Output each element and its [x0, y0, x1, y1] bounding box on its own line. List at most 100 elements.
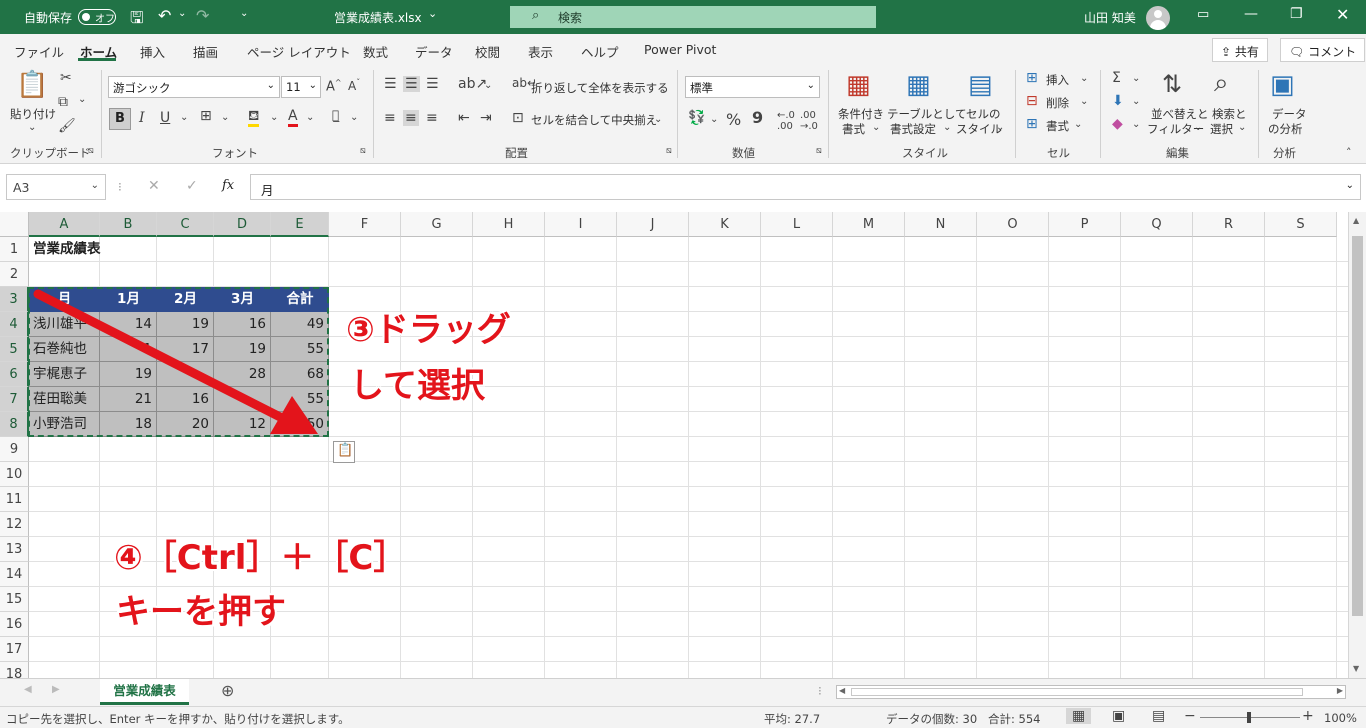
font-launcher-icon[interactable]: ⧅ [360, 146, 366, 156]
column-header-n[interactable]: N [905, 212, 977, 237]
row-header-13[interactable]: 13 [0, 537, 29, 562]
insert-cells-button[interactable]: 挿入 [1046, 72, 1069, 88]
chevron-down-icon[interactable]: ⌄ [1132, 73, 1140, 84]
column-header-l[interactable]: L [761, 212, 833, 237]
underline-dropdown-icon[interactable]: ⌄ [180, 112, 188, 123]
sort-filter-icon[interactable]: ⇅ [1162, 70, 1182, 98]
qat-customize-icon[interactable]: ⌄ [240, 8, 248, 19]
next-sheet-icon[interactable]: ▶ [52, 684, 60, 695]
cell-d7[interactable] [214, 387, 271, 412]
row-header-1[interactable]: 1 [0, 237, 29, 262]
collapse-ribbon-icon[interactable]: ˄ [1346, 146, 1352, 159]
find-select-label-2[interactable]: 選択 [1210, 121, 1233, 137]
cell-a5[interactable]: 石巻純也 [29, 337, 100, 362]
select-all-button[interactable] [0, 212, 29, 237]
cell-b8[interactable]: 18 [100, 412, 157, 437]
analyze-data-icon[interactable]: ▣ [1270, 70, 1295, 100]
column-header-c[interactable]: C [157, 212, 214, 237]
chevron-down-icon[interactable]: ⌄ [996, 122, 1004, 133]
analyze-data-label-2[interactable]: の分析 [1268, 121, 1303, 137]
cell-a8[interactable]: 小野浩司 [29, 412, 100, 437]
alignment-launcher-icon[interactable]: ⧅ [666, 146, 672, 156]
column-header-s[interactable]: S [1265, 212, 1337, 237]
cell-d8[interactable]: 12 [214, 412, 271, 437]
row-header-16[interactable]: 16 [0, 612, 29, 637]
column-header-f[interactable]: F [329, 212, 401, 237]
cell-styles-icon[interactable]: ▤ [968, 70, 993, 100]
page-layout-view-icon[interactable]: ▣ [1112, 708, 1125, 724]
cell-e7[interactable]: 55 [271, 387, 329, 412]
autosum-icon[interactable]: Σ [1112, 70, 1121, 86]
fill-icon[interactable]: ⬇ [1112, 93, 1124, 109]
currency-dropdown-icon[interactable]: ⌄ [710, 114, 718, 125]
column-header-p[interactable]: P [1049, 212, 1121, 237]
tab-help[interactable]: ヘルプ [581, 42, 619, 61]
border-icon[interactable]: ⊞ [200, 108, 212, 124]
number-launcher-icon[interactable]: ⧅ [816, 146, 822, 156]
comments-button[interactable]: 🗨 コメント [1280, 38, 1366, 62]
chevron-down-icon[interactable]: ⌄ [1074, 119, 1082, 130]
cell-a3[interactable]: 月 [29, 287, 100, 312]
zoom-level[interactable]: 100% [1324, 711, 1357, 725]
cell-b3[interactable]: 1月 [100, 287, 157, 312]
tab-power-pivot[interactable]: Power Pivot [644, 42, 716, 57]
increase-decimal-icon[interactable]: ←.0.00 [777, 110, 795, 132]
tab-draw[interactable]: 描画 [193, 42, 218, 61]
chevron-down-icon[interactable]: ⌄ [1080, 73, 1088, 84]
sort-filter-label-1[interactable]: 並べ替えと [1151, 106, 1209, 122]
horizontal-scroll-thumb[interactable] [851, 688, 1303, 696]
cell-c4[interactable]: 19 [157, 312, 214, 337]
cell-d5[interactable]: 19 [214, 337, 271, 362]
user-avatar[interactable] [1146, 6, 1170, 30]
row-header-5[interactable]: 5 [0, 337, 29, 362]
column-header-a[interactable]: A [29, 212, 100, 237]
zoom-slider-thumb[interactable] [1247, 712, 1251, 723]
vertical-scroll-thumb[interactable] [1352, 236, 1363, 616]
chevron-down-icon[interactable]: ⌄ [1132, 119, 1140, 130]
column-header-r[interactable]: R [1193, 212, 1265, 237]
formula-input[interactable]: 月 ⌄ [250, 174, 1361, 200]
shrink-font-icon[interactable]: Aˇ [348, 78, 360, 93]
merge-center-icon[interactable]: ⊡ [512, 110, 524, 126]
row-header-9[interactable]: 9 [0, 437, 29, 462]
phonetic-icon[interactable]: ア̲ [332, 108, 339, 122]
cell-d3[interactable]: 3月 [214, 287, 271, 312]
font-color-icon[interactable]: A [288, 108, 298, 127]
font-size-select[interactable]: 11 ⌄ [281, 76, 321, 98]
cell-c3[interactable]: 2月 [157, 287, 214, 312]
page-break-view-icon[interactable]: ▤ [1152, 708, 1165, 724]
orientation-icon[interactable]: ab↗ [458, 76, 487, 92]
row-header-18[interactable]: 18 [0, 662, 29, 678]
chevron-down-icon[interactable]: ⌄ [872, 122, 880, 133]
comma-style-icon[interactable]: 9 [752, 108, 763, 127]
row-header-17[interactable]: 17 [0, 637, 29, 662]
zoom-in-icon[interactable]: + [1302, 708, 1314, 724]
format-as-table-label-2[interactable]: 書式設定 [890, 121, 936, 137]
undo-dropdown-icon[interactable]: ⌄ [178, 8, 186, 19]
restore-icon[interactable]: ❐ [1290, 6, 1303, 22]
row-header-12[interactable]: 12 [0, 512, 29, 537]
new-sheet-icon[interactable]: ⊕ [221, 681, 234, 700]
decrease-decimal-icon[interactable]: .00 →.0 [800, 110, 818, 132]
row-header-14[interactable]: 14 [0, 562, 29, 587]
find-select-icon[interactable]: ⌕ [1214, 68, 1229, 99]
orientation-dropdown-icon[interactable]: ⌄ [484, 80, 492, 91]
column-header-k[interactable]: K [689, 212, 761, 237]
cancel-icon[interactable]: ✕ [148, 178, 160, 194]
paste-icon[interactable]: 📋 [16, 70, 48, 100]
scroll-right-icon[interactable]: ▶ [1337, 686, 1343, 695]
chevron-down-icon[interactable]: ⌄ [1132, 96, 1140, 107]
find-select-label-1[interactable]: 検索と [1212, 106, 1247, 122]
cell-c6[interactable] [157, 362, 214, 387]
number-format-select[interactable]: 標準 ⌄ [685, 76, 820, 98]
tab-review[interactable]: 校閲 [475, 42, 500, 61]
horizontal-scrollbar[interactable]: ◀ ▶ [836, 685, 1346, 699]
name-box[interactable]: A3 ⌄ [6, 174, 106, 200]
vertical-scrollbar[interactable]: ▲ ▼ [1348, 212, 1366, 678]
minimize-icon[interactable]: — [1244, 6, 1258, 22]
save-icon[interactable]: 🖫 [130, 7, 144, 34]
paste-options-button[interactable]: 📋 [333, 441, 355, 463]
chevron-down-icon[interactable]: ⌄ [1080, 96, 1088, 107]
cell-d4[interactable]: 16 [214, 312, 271, 337]
tab-split-handle-icon[interactable]: ⁝ [818, 684, 822, 698]
